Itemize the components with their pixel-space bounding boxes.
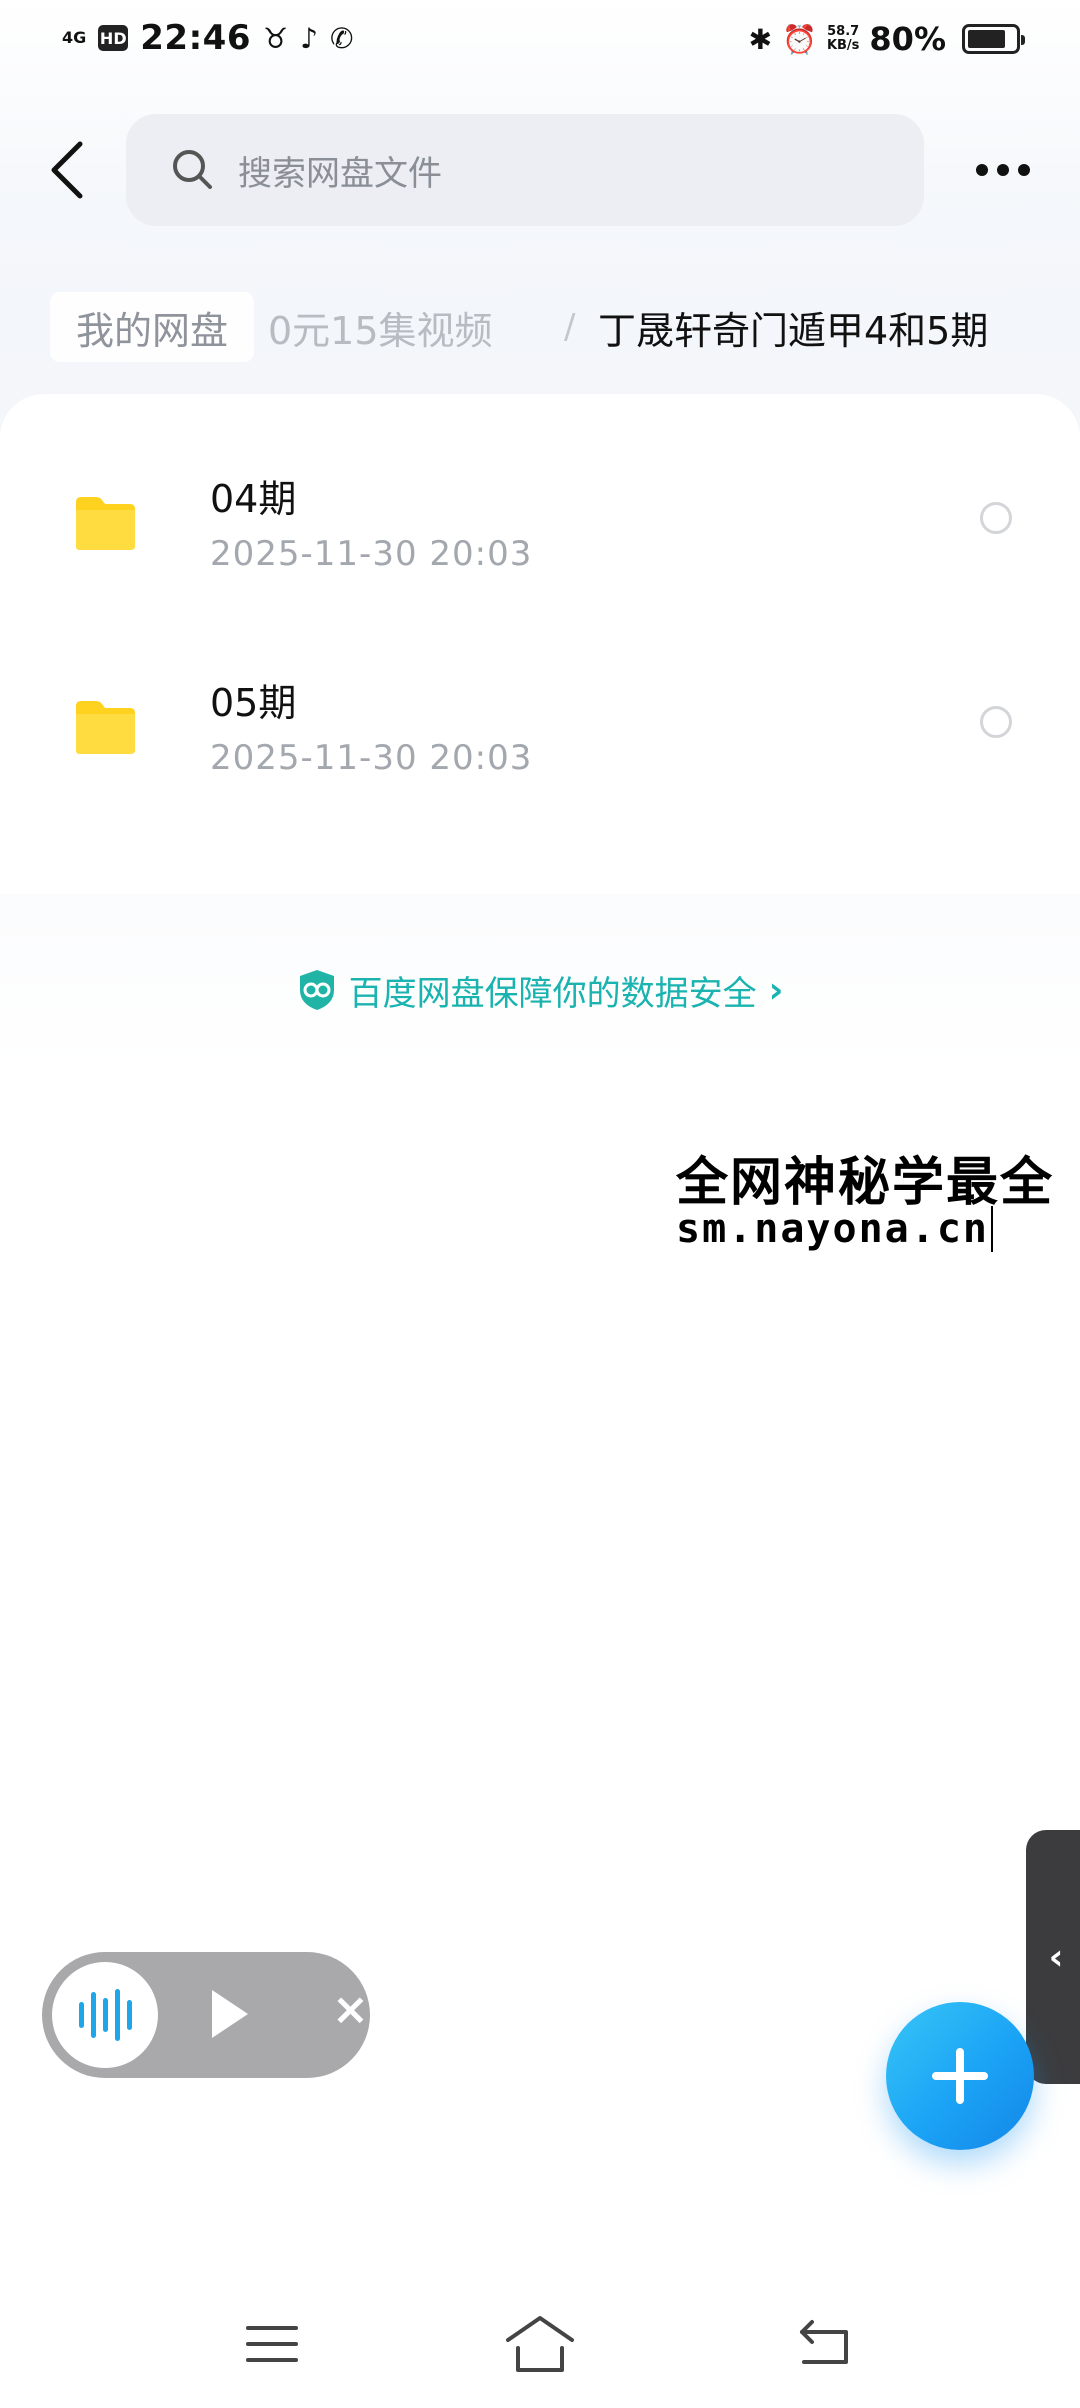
folder-icon (76, 497, 135, 550)
add-button[interactable] (886, 2002, 1034, 2150)
audio-wave-icon[interactable] (52, 1962, 158, 2068)
wave-bar (114, 1989, 120, 2041)
system-nav-bar (0, 2300, 1080, 2408)
watermark-title: 全网神秘学最全 (676, 1140, 1055, 1215)
status-time: 22:46 (140, 18, 251, 58)
status-right: ✱ ⏰ 58.7 KB/s 80% (748, 20, 1025, 58)
tiktok-icon: ♪ (300, 21, 318, 55)
app-bull-icon: ♉ (263, 21, 289, 55)
file-name: 04期 (210, 477, 297, 521)
net-speed: 58.7 KB/s (827, 25, 859, 53)
battery-fill (968, 30, 1005, 48)
file-date: 2025-11-30 20:03 (210, 738, 533, 778)
more-dot-icon (1018, 164, 1030, 176)
chevron-left-icon: ‹ (1048, 1936, 1064, 1978)
more-options-button[interactable] (968, 140, 1038, 200)
breadcrumb-home[interactable]: 我的网盘 (50, 292, 255, 362)
folder-icon (76, 701, 135, 754)
search-input[interactable]: 搜索网盘文件 (126, 114, 924, 226)
audio-float-player[interactable]: × (42, 1952, 370, 2078)
search-icon (173, 150, 212, 189)
watermark-url: sm.nayona.cn (676, 1206, 993, 1252)
signal-indicator: 4G (62, 28, 87, 47)
hd-badge: HD (98, 25, 129, 51)
select-checkbox[interactable] (980, 706, 1012, 738)
security-text: 百度网盘保障你的数据安全 (348, 973, 757, 1014)
wave-bar (90, 1992, 96, 2038)
side-drawer-handle[interactable]: ‹ (1026, 1830, 1080, 2084)
file-date: 2025-11-30 20:03 (210, 534, 533, 574)
list-item[interactable]: 04期 2025-11-30 20:03 (0, 448, 1080, 618)
alarm-icon: ⏰ (782, 22, 817, 56)
status-bar: 4G HD 22:46 ♉ ♪ ✆ ✱ ⏰ 58.7 KB/s 80% (0, 0, 1080, 86)
shield-icon (299, 970, 334, 1010)
chevron-right-icon: › (768, 969, 784, 1011)
wave-bar (126, 2000, 132, 2030)
plus-icon (932, 2048, 988, 2104)
home-icon[interactable] (504, 2314, 576, 2376)
breadcrumb-separator: / (564, 307, 576, 347)
status-left: 4G HD 22:46 ♉ ♪ ✆ (62, 18, 353, 58)
battery-icon (962, 24, 1025, 54)
wave-bar (102, 1998, 108, 2032)
back-button[interactable] (40, 130, 96, 210)
menu-icon[interactable] (244, 2322, 300, 2366)
screen: 4G HD 22:46 ♉ ♪ ✆ ✱ ⏰ 58.7 KB/s 80% 搜索网盘… (0, 0, 1080, 2408)
wechat-icon: ✆ (329, 21, 354, 55)
net-speed-unit: KB/s (826, 38, 860, 53)
return-icon[interactable] (796, 2318, 852, 2368)
file-name: 05期 (210, 681, 297, 725)
back-arrow-icon (51, 141, 83, 199)
more-dot-icon (976, 164, 988, 176)
close-icon[interactable]: × (332, 1988, 369, 2032)
more-dot-icon (997, 164, 1009, 176)
breadcrumb-current: 丁晟轩奇门遁甲4和5期 (598, 308, 989, 353)
bluetooth-icon: ✱ (748, 22, 773, 56)
breadcrumb-middle[interactable]: 0元15集视频 (268, 292, 493, 362)
security-banner[interactable]: 百度网盘保障你的数据安全 › (0, 962, 1080, 1018)
wave-bar (78, 2002, 84, 2028)
list-item[interactable]: 05期 2025-11-30 20:03 (0, 652, 1080, 822)
search-placeholder: 搜索网盘文件 (238, 153, 442, 194)
play-icon[interactable] (212, 1990, 248, 2038)
battery-percent: 80% (869, 20, 946, 58)
select-checkbox[interactable] (980, 502, 1012, 534)
net-speed-value: 58.7 (827, 24, 860, 39)
